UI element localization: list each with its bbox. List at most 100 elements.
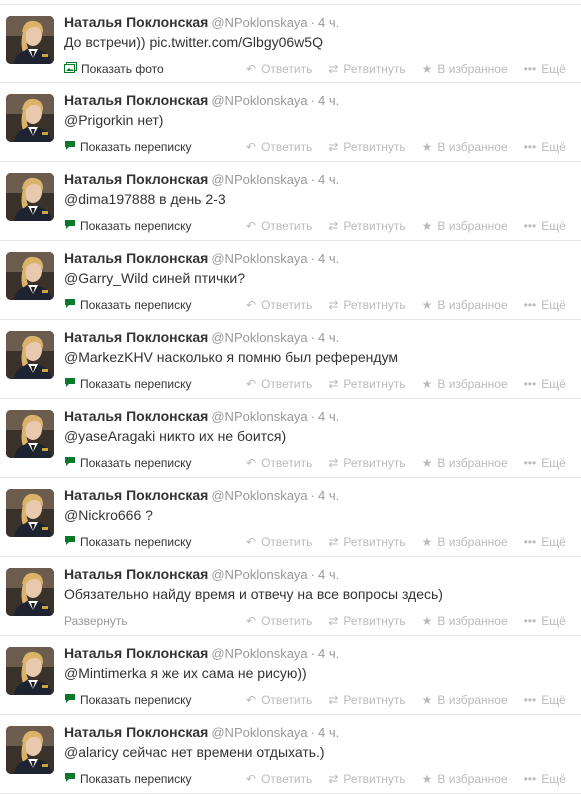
- expand-link[interactable]: Развернуть: [64, 614, 128, 628]
- more-button[interactable]: ••• Ещё: [524, 62, 566, 76]
- favorite-button[interactable]: ★ В избранное: [422, 456, 508, 470]
- tweet[interactable]: Наталья Поклонская @NPoklonskaya · 4 ч. @Ma…: [0, 320, 581, 399]
- author-username[interactable]: @NPoklonskaya: [211, 251, 307, 266]
- author-name[interactable]: Наталья Поклонская: [64, 487, 208, 503]
- more-button[interactable]: ••• Ещё: [524, 456, 566, 470]
- tweet[interactable]: Наталья Поклонская @NPoklonskaya · 4 ч. @ya…: [0, 399, 581, 478]
- retweet-button[interactable]: ⇄ Ретвитнуть: [328, 693, 405, 707]
- reply-button[interactable]: ↶ Ответить: [246, 693, 312, 707]
- author-name[interactable]: Наталья Поклонская: [64, 566, 208, 582]
- tweet-text-link[interactable]: @Garry_Wild: [64, 270, 148, 286]
- author-name[interactable]: Наталья Поклонская: [64, 645, 208, 661]
- tweet-text-link[interactable]: @Prigorkin: [64, 112, 133, 128]
- tweet-details-toggle[interactable]: Показать переписку: [64, 219, 191, 233]
- tweet-text-link[interactable]: @Nickro666: [64, 507, 141, 523]
- author-name[interactable]: Наталья Поклонская: [64, 329, 208, 345]
- reply-button[interactable]: ↶ Ответить: [246, 456, 312, 470]
- avatar[interactable]: [6, 94, 54, 142]
- tweet-timestamp[interactable]: 4 ч.: [318, 567, 339, 582]
- more-button[interactable]: ••• Ещё: [524, 298, 566, 312]
- author-username[interactable]: @NPoklonskaya: [211, 15, 307, 30]
- author-name[interactable]: Наталья Поклонская: [64, 724, 208, 740]
- tweet[interactable]: Наталья Поклонская @NPoklonskaya · 4 ч. Обя…: [0, 557, 581, 636]
- author-name[interactable]: Наталья Поклонская: [64, 14, 208, 30]
- avatar[interactable]: [6, 568, 54, 616]
- tweet-text-link[interactable]: @MarkezKHV: [64, 349, 153, 365]
- author-username[interactable]: @NPoklonskaya: [211, 567, 307, 582]
- tweet[interactable]: Наталья Поклонская @NPoklonskaya · 4 ч. @di…: [0, 162, 581, 241]
- retweet-button[interactable]: ⇄ Ретвитнуть: [328, 62, 405, 76]
- avatar[interactable]: [6, 647, 54, 695]
- retweet-button[interactable]: ⇄ Ретвитнуть: [328, 772, 405, 786]
- reply-button[interactable]: ↶ Ответить: [246, 298, 312, 312]
- tweet-text-link[interactable]: @alaricy: [64, 744, 119, 760]
- favorite-button[interactable]: ★ В избранное: [422, 693, 508, 707]
- tweet-details-toggle[interactable]: Показать переписку: [64, 298, 191, 312]
- reply-button[interactable]: ↶ Ответить: [246, 614, 312, 628]
- reply-button[interactable]: ↶ Ответить: [246, 377, 312, 391]
- tweet[interactable]: Наталья Поклонская @NPoklonskaya · 4 ч. До …: [0, 4, 581, 83]
- favorite-button[interactable]: ★ В избранное: [422, 772, 508, 786]
- tweet-details-toggle[interactable]: Показать переписку: [64, 535, 191, 549]
- favorite-button[interactable]: ★ В избранное: [422, 62, 508, 76]
- more-button[interactable]: ••• Ещё: [524, 535, 566, 549]
- more-button[interactable]: ••• Ещё: [524, 614, 566, 628]
- author-username[interactable]: @NPoklonskaya: [211, 172, 307, 187]
- favorite-button[interactable]: ★ В избранное: [422, 298, 508, 312]
- avatar[interactable]: [6, 410, 54, 458]
- tweet-timestamp[interactable]: 4 ч.: [318, 409, 339, 424]
- retweet-button[interactable]: ⇄ Ретвитнуть: [328, 614, 405, 628]
- tweet[interactable]: Наталья Поклонская @NPoklonskaya · 4 ч. @Pr…: [0, 83, 581, 162]
- tweet-timestamp[interactable]: 4 ч.: [318, 172, 339, 187]
- reply-button[interactable]: ↶ Ответить: [246, 535, 312, 549]
- tweet-text-link[interactable]: @yaseAragaki: [64, 428, 155, 444]
- tweet[interactable]: Наталья Поклонская @NPoklonskaya · 4 ч. @Mi…: [0, 636, 581, 715]
- reply-button[interactable]: ↶ Ответить: [246, 219, 312, 233]
- author-username[interactable]: @NPoklonskaya: [211, 488, 307, 503]
- more-button[interactable]: ••• Ещё: [524, 219, 566, 233]
- avatar[interactable]: [6, 252, 54, 300]
- favorite-button[interactable]: ★ В избранное: [422, 614, 508, 628]
- tweet-details-toggle[interactable]: Показать переписку: [64, 140, 191, 154]
- tweet-timestamp[interactable]: 4 ч.: [318, 725, 339, 740]
- tweet[interactable]: Наталья Поклонская @NPoklonskaya · 4 ч. @Ga…: [0, 241, 581, 320]
- more-button[interactable]: ••• Ещё: [524, 377, 566, 391]
- avatar[interactable]: [6, 173, 54, 221]
- avatar[interactable]: [6, 331, 54, 379]
- favorite-button[interactable]: ★ В избранное: [422, 535, 508, 549]
- tweet-details-toggle[interactable]: Показать фото: [64, 62, 164, 76]
- author-name[interactable]: Наталья Поклонская: [64, 171, 208, 187]
- retweet-button[interactable]: ⇄ Ретвитнуть: [328, 298, 405, 312]
- tweet-timestamp[interactable]: 4 ч.: [318, 251, 339, 266]
- retweet-button[interactable]: ⇄ Ретвитнуть: [328, 456, 405, 470]
- tweet-timestamp[interactable]: 4 ч.: [318, 646, 339, 661]
- more-button[interactable]: ••• Ещё: [524, 772, 566, 786]
- reply-button[interactable]: ↶ Ответить: [246, 772, 312, 786]
- reply-button[interactable]: ↶ Ответить: [246, 140, 312, 154]
- more-button[interactable]: ••• Ещё: [524, 140, 566, 154]
- tweet-timestamp[interactable]: 4 ч.: [318, 15, 339, 30]
- tweet-timestamp[interactable]: 4 ч.: [318, 93, 339, 108]
- tweet[interactable]: Наталья Поклонская @NPoklonskaya · 4 ч. @al…: [0, 715, 581, 794]
- retweet-button[interactable]: ⇄ Ретвитнуть: [328, 140, 405, 154]
- author-name[interactable]: Наталья Поклонская: [64, 250, 208, 266]
- avatar[interactable]: [6, 16, 54, 64]
- author-username[interactable]: @NPoklonskaya: [211, 646, 307, 661]
- author-username[interactable]: @NPoklonskaya: [211, 93, 307, 108]
- author-name[interactable]: Наталья Поклонская: [64, 92, 208, 108]
- favorite-button[interactable]: ★ В избранное: [422, 140, 508, 154]
- tweet-details-toggle[interactable]: Показать переписку: [64, 772, 191, 786]
- favorite-button[interactable]: ★ В избранное: [422, 219, 508, 233]
- tweet-timestamp[interactable]: 4 ч.: [318, 330, 339, 345]
- avatar[interactable]: [6, 726, 54, 774]
- author-name[interactable]: Наталья Поклонская: [64, 408, 208, 424]
- retweet-button[interactable]: ⇄ Ретвитнуть: [328, 219, 405, 233]
- author-username[interactable]: @NPoklonskaya: [211, 409, 307, 424]
- reply-button[interactable]: ↶ Ответить: [246, 62, 312, 76]
- favorite-button[interactable]: ★ В избранное: [422, 377, 508, 391]
- retweet-button[interactable]: ⇄ Ретвитнуть: [328, 535, 405, 549]
- retweet-button[interactable]: ⇄ Ретвитнуть: [328, 377, 405, 391]
- tweet-details-toggle[interactable]: Показать переписку: [64, 377, 191, 391]
- tweet-details-toggle[interactable]: Показать переписку: [64, 456, 191, 470]
- tweet-text-link[interactable]: @Mintimerka: [64, 665, 147, 681]
